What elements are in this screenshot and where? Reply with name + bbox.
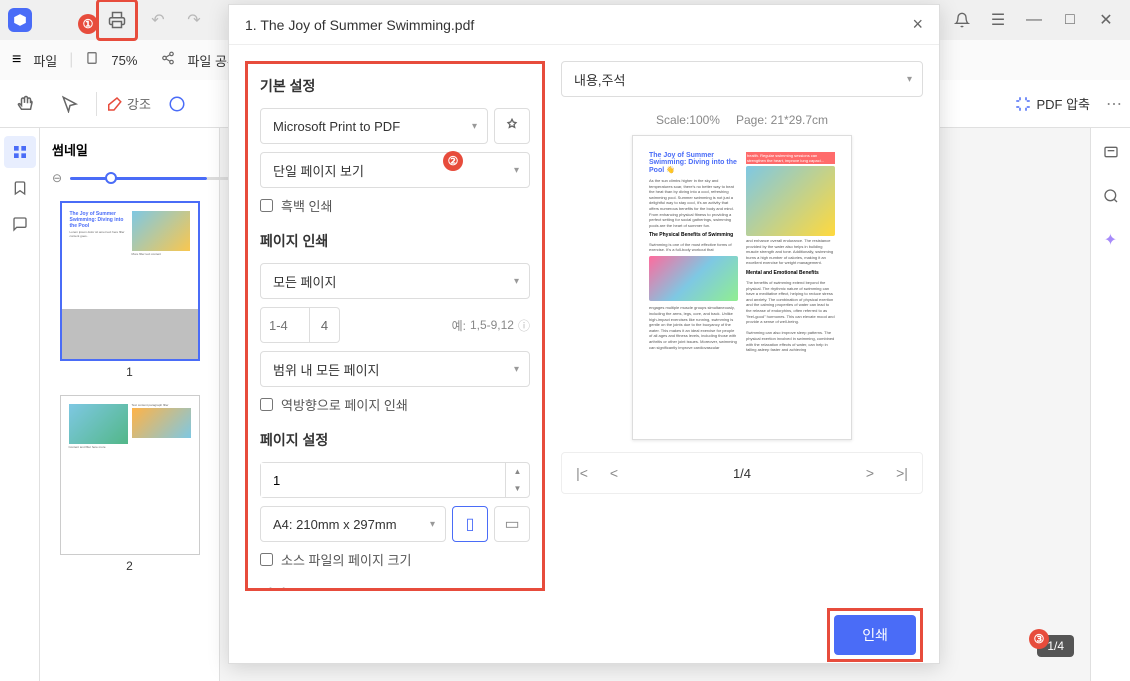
preview-scale: Scale:100% [656, 113, 720, 127]
preview-content-dropdown[interactable]: 내용,주석 [561, 61, 923, 97]
info-icon[interactable]: ⓘ [518, 317, 530, 334]
dialog-footer: ③ 인쇄 [229, 607, 939, 663]
reverse-pages-checkbox[interactable] [260, 398, 273, 411]
preview-page-size: Page: 21*29.7cm [736, 113, 828, 127]
copies-down-icon[interactable]: ▼ [506, 480, 529, 497]
printer-dropdown[interactable]: Microsoft Print to PDF [260, 108, 488, 144]
bookmarks-tab-icon[interactable] [4, 172, 36, 204]
menu-icon[interactable]: ☰ [982, 4, 1014, 36]
zoom-out-icon[interactable]: ⊖ [52, 171, 62, 185]
copies-up-icon[interactable]: ▲ [506, 463, 529, 480]
basic-settings-label: 기본 설정 [260, 76, 530, 96]
page-range-dropdown[interactable]: 모든 페이지 [260, 263, 530, 299]
redo-icon[interactable]: ↷ [178, 4, 210, 36]
pdf-compress-button[interactable]: PDF 압축 [1014, 94, 1090, 113]
thumbnail-zoom-slider[interactable]: ⊖ [52, 171, 207, 185]
undo-icon[interactable]: ↶ [142, 4, 174, 36]
print-mode-label: 인쇄 모드 [260, 585, 530, 591]
print-settings-panel: 기본 설정 Microsoft Print to PDF 단일 페이지 보기 흑… [245, 61, 545, 591]
file-menu[interactable]: 파일 [33, 51, 57, 70]
zoom-level[interactable]: 75% [111, 53, 137, 68]
color-picker-icon[interactable] [159, 86, 195, 122]
callout-two: ② [443, 151, 463, 171]
page-settings-label: 페이지 설정 [260, 430, 530, 450]
thumbnail-panel: 썸네일 ⊖ The Joy of Summer Swimming: Diving… [40, 128, 220, 681]
highlight-tool[interactable]: 강조 [105, 94, 151, 113]
grayscale-label: 흑백 인쇄 [281, 196, 332, 215]
paper-size-dropdown[interactable]: A4: 210mm x 297mm [260, 506, 446, 542]
share-icon [161, 51, 175, 70]
range-pages-dropdown[interactable]: 범위 내 모든 페이지 [260, 351, 530, 387]
thumbnails-tab-icon[interactable] [4, 136, 36, 168]
source-page-size-checkbox[interactable] [260, 553, 273, 566]
callout-three: ③ [1029, 629, 1049, 649]
dialog-header: 1. The Joy of Summer Swimming.pdf × [229, 5, 939, 45]
print-dialog: 1. The Joy of Summer Swimming.pdf × ② 기본… [228, 4, 940, 664]
view-mode-dropdown[interactable]: 단일 페이지 보기 [260, 152, 530, 188]
app-logo-icon [8, 8, 32, 32]
dialog-close-icon[interactable]: × [912, 14, 923, 35]
printer-settings-icon[interactable] [494, 108, 530, 144]
landscape-icon[interactable]: ▭ [494, 506, 530, 542]
bell-icon[interactable] [946, 4, 978, 36]
annotations-icon[interactable] [1095, 136, 1127, 168]
thumbnail-title: 썸네일 [52, 140, 207, 159]
dialog-title: 1. The Joy of Summer Swimming.pdf [245, 17, 912, 33]
left-rail [0, 128, 40, 681]
preview-nav: |< < 1/4 > >| [561, 452, 923, 494]
copies-input[interactable]: ▲▼ [260, 462, 530, 498]
page-total-label: 4 [310, 307, 340, 343]
nav-last-icon[interactable]: >| [888, 459, 916, 487]
page-icon [85, 51, 99, 70]
close-window-icon[interactable]: ✕ [1090, 4, 1122, 36]
thumbnail-page-1[interactable]: The Joy of Summer Swimming: Diving into … [52, 201, 207, 379]
source-page-size-label: 소스 파일의 페이지 크기 [281, 550, 411, 569]
nav-next-icon[interactable]: > [856, 459, 884, 487]
page-range-input[interactable] [260, 307, 310, 343]
nav-first-icon[interactable]: |< [568, 459, 596, 487]
nav-page-label: 1/4 [632, 466, 852, 481]
minimize-icon[interactable]: — [1018, 4, 1050, 36]
ai-sparkle-icon[interactable]: ✦ [1095, 224, 1127, 256]
thumbnail-page-2[interactable]: Content text filler here more Text conte… [52, 395, 207, 573]
grayscale-checkbox[interactable] [260, 199, 273, 212]
hamburger-icon[interactable]: ≡ [12, 51, 21, 69]
portrait-icon[interactable]: ▯ [452, 506, 488, 542]
page-print-label: 페이지 인쇄 [260, 231, 530, 251]
callout-one: ① [78, 14, 98, 34]
toolbar-more-icon[interactable]: ⋯ [1106, 94, 1122, 114]
nav-prev-icon[interactable]: < [600, 459, 628, 487]
print-icon[interactable] [101, 4, 133, 36]
cursor-tool-icon[interactable] [52, 86, 88, 122]
page-example-label: 예: 1,5-9,12 ⓘ [452, 317, 530, 334]
comments-tab-icon[interactable] [4, 208, 36, 240]
hand-tool-icon[interactable] [8, 86, 44, 122]
maximize-icon[interactable]: □ [1054, 4, 1086, 36]
reverse-pages-label: 역방향으로 페이지 인쇄 [281, 395, 408, 414]
right-rail: ✦ [1090, 128, 1130, 681]
search-icon[interactable] [1095, 180, 1127, 212]
preview-panel: 내용,주석 Scale:100% Page: 21*29.7cm The Joy… [561, 61, 923, 591]
preview-page: The Joy of Summer Swimming: Diving into … [632, 135, 852, 440]
print-button[interactable]: 인쇄 [834, 615, 916, 655]
